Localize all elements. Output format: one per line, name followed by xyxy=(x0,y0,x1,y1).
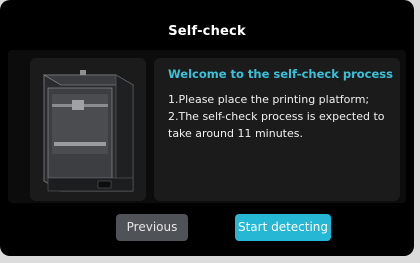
instruction-line-2: 2.The self-check process is expected to … xyxy=(168,110,385,140)
dialog-title: Self-check xyxy=(168,24,246,39)
info-body: 1.Please place the printing platform; 2.… xyxy=(168,91,394,142)
info-card: Welcome to the self-check process 1.Plea… xyxy=(154,58,400,201)
printer-image-card xyxy=(30,58,146,201)
previous-button[interactable]: Previous xyxy=(116,214,188,241)
info-heading: Welcome to the self-check process xyxy=(168,67,393,81)
self-check-screen: Self-check Welcome to the self-check pro… xyxy=(0,0,414,256)
instruction-line-1: 1.Please place the printing platform; xyxy=(168,93,370,106)
printer-icon xyxy=(42,70,135,192)
start-detecting-button[interactable]: Start detecting xyxy=(235,214,331,241)
